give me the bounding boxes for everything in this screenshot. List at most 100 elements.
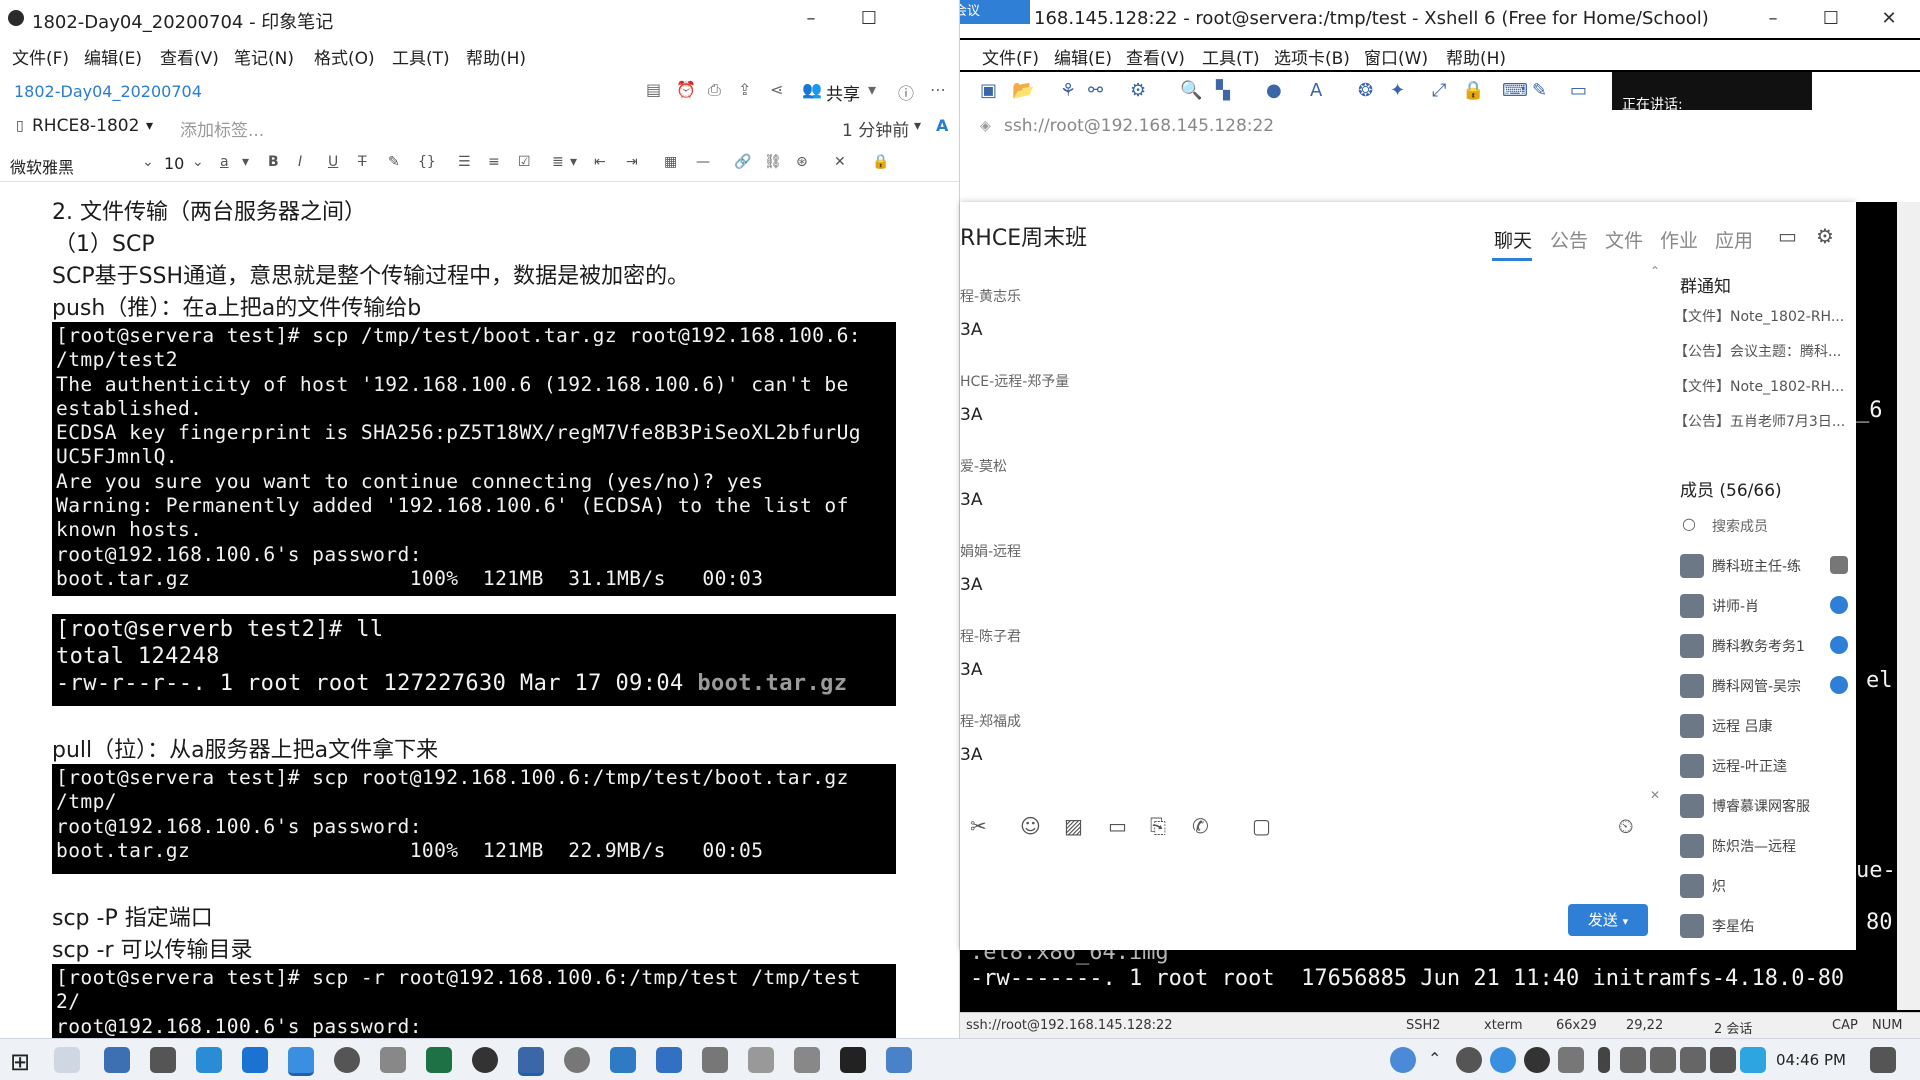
find-icon[interactable]: 🔍 (1180, 80, 1202, 101)
share-icon[interactable]: ⋖ (770, 80, 783, 99)
clear-format-icon[interactable]: ✕ (834, 154, 846, 170)
open-icon[interactable]: 📂 (1012, 80, 1034, 101)
modified-chevron-down-icon[interactable]: ▾ (914, 118, 921, 134)
xftp-icon[interactable]: ❂ (1358, 80, 1373, 101)
microphone-icon[interactable] (1598, 1047, 1610, 1073)
notebook-name[interactable]: RHCE8-1802 (32, 116, 139, 136)
info-icon[interactable]: ⓘ (898, 80, 914, 104)
notebook-chevron-down-icon[interactable]: ▾ (146, 118, 153, 134)
settings-taskbar-icon[interactable] (702, 1047, 728, 1073)
message-history-icon[interactable]: ⏲ (1618, 814, 1634, 838)
address-input[interactable]: ssh://root@192.168.145.128:22 (1004, 116, 1274, 136)
unlink-icon[interactable]: ⛓ (764, 154, 782, 170)
collapse-notice-icon[interactable]: ⌃ (1650, 264, 1660, 278)
note-body[interactable]: 2. 文件传输（两台服务器之间） （1）SCP SCP基于SSH通道，意思就是整… (52, 192, 922, 1038)
strikethrough-icon[interactable]: T (358, 154, 367, 170)
tab-menu-icon[interactable]: ▭ (1570, 80, 1587, 101)
maximize-icon[interactable]: ☐ (856, 6, 882, 32)
attachment-icon[interactable]: ⊛ (796, 154, 808, 170)
xs-menu-help[interactable]: 帮助(H) (1446, 44, 1506, 69)
battery-icon[interactable] (1620, 1047, 1646, 1073)
media-icon[interactable] (334, 1047, 360, 1073)
notice-item[interactable]: 【文件】Note_1802-RH... (1674, 376, 1854, 396)
xshell-minimize-icon[interactable]: – (1760, 6, 1786, 32)
keyboard-icon[interactable]: ⌨ (1502, 80, 1528, 101)
share-screen-icon[interactable]: ⇪ (738, 80, 751, 99)
align-chevron-icon[interactable]: ▾ (570, 154, 577, 170)
font-size-chevron-icon[interactable]: ⌄ (192, 154, 204, 170)
font-family-select[interactable]: 微软雅黑 (10, 154, 74, 178)
bullet-list-icon[interactable]: ☰ (458, 154, 471, 170)
edge-icon[interactable] (242, 1047, 268, 1073)
terminal-app-icon[interactable] (840, 1047, 866, 1073)
font-family-chevron-icon[interactable]: ⌄ (142, 154, 154, 170)
tab-homework[interactable]: 作业 (1660, 226, 1698, 253)
indent-icon[interactable]: ⇥ (626, 154, 638, 170)
xshell-maximize-icon[interactable]: ☐ (1818, 6, 1844, 32)
properties-icon[interactable]: ⚙ (1130, 80, 1146, 101)
clock[interactable]: 04:46 PM (1776, 1051, 1846, 1069)
menu-edit[interactable]: 编辑(E) (84, 44, 142, 69)
tray-icon-3[interactable] (1524, 1047, 1550, 1073)
tab-announcement[interactable]: 公告 (1550, 226, 1588, 253)
send-button[interactable]: 发送 ▾ (1568, 904, 1648, 936)
help-tray-icon[interactable] (1390, 1047, 1416, 1073)
minimize-icon[interactable]: – (798, 6, 824, 32)
compose-icon[interactable]: A (1310, 80, 1322, 101)
menu-format[interactable]: 格式(O) (314, 44, 375, 69)
window-app-icon[interactable] (886, 1047, 912, 1073)
tray-icon-4[interactable] (1558, 1047, 1584, 1073)
tencent-meeting-icon[interactable] (288, 1047, 314, 1076)
reminder-icon[interactable]: ⏰ (676, 80, 696, 99)
underline-icon[interactable]: U (328, 154, 338, 170)
code-icon[interactable]: {} (418, 154, 436, 170)
input-method-icon[interactable] (1740, 1047, 1766, 1073)
print-icon[interactable]: ⎙ (708, 80, 721, 100)
task-view-icon[interactable] (54, 1047, 80, 1073)
color-scheme-icon[interactable]: ● (1266, 80, 1282, 101)
font-color-icon[interactable]: A (936, 116, 948, 135)
audio-app-icon[interactable] (748, 1047, 774, 1073)
xs-menu-tabs[interactable]: 选项卡(B) (1274, 44, 1350, 69)
script-icon[interactable]: ✎ (1532, 80, 1547, 101)
app-icon-12[interactable] (610, 1047, 636, 1073)
image-app-icon[interactable] (794, 1047, 820, 1073)
menu-help[interactable]: 帮助(H) (466, 44, 526, 69)
xshell-close-icon[interactable]: ✕ (1876, 6, 1902, 32)
text-color-icon[interactable]: a (220, 154, 229, 170)
xshell-taskbar-icon[interactable] (518, 1047, 544, 1076)
numbered-list-icon[interactable]: ≡ (488, 154, 500, 170)
menu-tools[interactable]: 工具(T) (392, 44, 450, 69)
font-size-select[interactable]: 10 (164, 154, 184, 173)
scissors-icon[interactable]: ✂ (970, 814, 987, 838)
font-icon[interactable]: ▚ (1216, 80, 1230, 101)
share-button[interactable]: 共享 (826, 80, 860, 105)
app-icon-11[interactable] (564, 1047, 590, 1073)
lock-session-icon[interactable]: 🔒 (1462, 80, 1484, 101)
present-icon[interactable]: ▤ (646, 80, 661, 99)
xs-menu-tools[interactable]: 工具(T) (1202, 44, 1260, 69)
horizontal-rule-icon[interactable]: — (696, 154, 710, 170)
xs-menu-window[interactable]: 窗口(W) (1364, 44, 1428, 69)
chart-app-icon[interactable] (656, 1047, 682, 1073)
more-icon[interactable]: ⋯ (930, 80, 946, 99)
image-icon[interactable]: ▨ (1064, 814, 1083, 838)
notebook-link[interactable]: 1802-Day04_20200704 (14, 82, 202, 101)
notice-item[interactable]: 【公告】五肖老师7月3日... (1674, 411, 1854, 431)
windows-start-icon[interactable]: ⊞ (10, 1048, 30, 1076)
xs-menu-file[interactable]: 文件(F) (982, 44, 1039, 69)
tab-files[interactable]: 文件 (1605, 226, 1643, 253)
settings-gear-icon[interactable]: ⚙ (1816, 224, 1834, 248)
folder-icon[interactable]: ▭ (1108, 814, 1127, 838)
obs-icon[interactable] (472, 1047, 498, 1073)
menu-view[interactable]: 查看(V) (160, 44, 219, 69)
phone-icon[interactable]: ✆ (1192, 814, 1209, 838)
calendar-icon[interactable]: ▢ (1252, 814, 1271, 838)
file-share-icon[interactable]: ⎘ (1150, 814, 1166, 838)
align-icon[interactable]: ≣ (552, 154, 564, 170)
language-icon[interactable] (1710, 1047, 1736, 1073)
highlight-icon[interactable]: ✎ (388, 154, 400, 170)
tab-apps[interactable]: 应用 (1715, 226, 1753, 253)
menu-note[interactable]: 笔记(N) (234, 44, 294, 69)
disconnect-icon[interactable]: ⚯ (1088, 80, 1103, 101)
